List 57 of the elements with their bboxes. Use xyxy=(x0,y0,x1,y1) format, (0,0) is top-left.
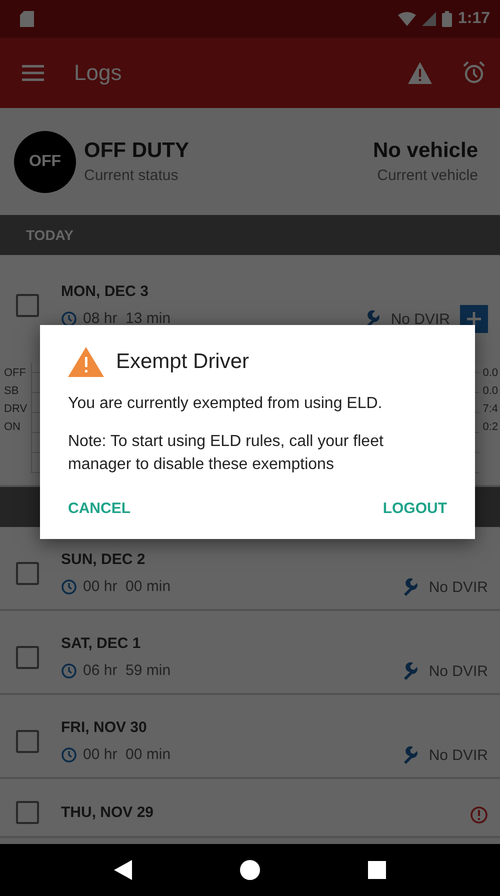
status-badge: OFF xyxy=(14,130,76,192)
dialog-button[interactable]: CANCEL xyxy=(68,494,130,524)
clock-icon xyxy=(61,746,77,762)
sd-card-icon xyxy=(20,11,34,27)
dialog-button[interactable]: LOGOUT xyxy=(382,494,447,524)
clock-icon xyxy=(61,578,77,594)
dialog-message: You are currently exempted from using ELD. xyxy=(68,394,384,414)
screen-title: Logs xyxy=(74,60,122,86)
duty-total: 7:4 xyxy=(482,403,498,415)
alert-icon xyxy=(470,806,488,824)
log-day-row[interactable]: FRI, NOV 30 00 hr 00 min No DVIR xyxy=(0,695,500,779)
log-day-row[interactable]: THU, NOV 29 xyxy=(0,779,500,838)
duty-label: ON xyxy=(4,421,20,433)
duty-label: OFF xyxy=(4,367,26,379)
checkbox[interactable] xyxy=(16,294,39,316)
warning-icon xyxy=(68,347,104,377)
duty-label: DRV xyxy=(4,403,28,415)
duty-total: 0.0 xyxy=(482,385,498,397)
signal-icon xyxy=(422,12,436,26)
duty-total: 0:2 xyxy=(482,421,498,433)
checkbox[interactable] xyxy=(16,801,39,824)
driving-duration: 00 hr 00 min xyxy=(83,578,171,595)
vehicle-caption: Current vehicle xyxy=(377,167,478,184)
back-icon[interactable] xyxy=(114,860,132,880)
dvir-status: No DVIR xyxy=(390,310,450,328)
vehicle-name: No vehicle xyxy=(372,139,478,163)
dvir-status: No DVIR xyxy=(428,746,488,764)
driving-duration: 00 hr 00 min xyxy=(83,746,171,763)
dvir-status: No DVIR xyxy=(428,578,488,596)
dialog-note: Note: To start using ELD rules, call your fleet manager to disable these exemptions xyxy=(68,432,384,475)
wifi-icon xyxy=(398,12,416,26)
clock-icon xyxy=(61,662,77,678)
status-caption: Current status xyxy=(84,167,180,184)
dvir-status: No DVIR xyxy=(428,662,488,680)
battery-icon xyxy=(442,11,452,27)
duty-status: OFF DUTY xyxy=(84,139,189,163)
log-day-row[interactable]: SAT, DEC 1 06 hr 59 min No DVIR xyxy=(0,611,500,695)
section-title: TODAY xyxy=(26,227,74,243)
log-date: SAT, DEC 1 xyxy=(61,635,142,652)
menu-icon[interactable] xyxy=(22,65,44,81)
log-date: THU, NOV 29 xyxy=(61,804,154,821)
checkbox[interactable] xyxy=(16,562,39,584)
log-date: SUN, DEC 2 xyxy=(61,551,146,568)
checkbox[interactable] xyxy=(16,730,39,752)
clock-icon xyxy=(61,310,77,326)
alarm-clock-icon[interactable] xyxy=(462,61,486,85)
home-icon[interactable] xyxy=(240,860,260,880)
dialog-title: Exempt Driver xyxy=(116,350,250,374)
driving-duration: 06 hr 59 min xyxy=(83,662,171,679)
log-date: FRI, NOV 30 xyxy=(61,719,148,736)
duty-total: 0.0 xyxy=(482,367,498,379)
duty-label: SB xyxy=(4,385,19,397)
checkbox[interactable] xyxy=(16,646,39,668)
driving-duration: 08 hr 13 min xyxy=(83,310,171,327)
clock-time: 1:17 xyxy=(458,10,490,28)
warning-icon[interactable] xyxy=(408,62,432,84)
log-date: MON, DEC 3 xyxy=(61,283,150,300)
